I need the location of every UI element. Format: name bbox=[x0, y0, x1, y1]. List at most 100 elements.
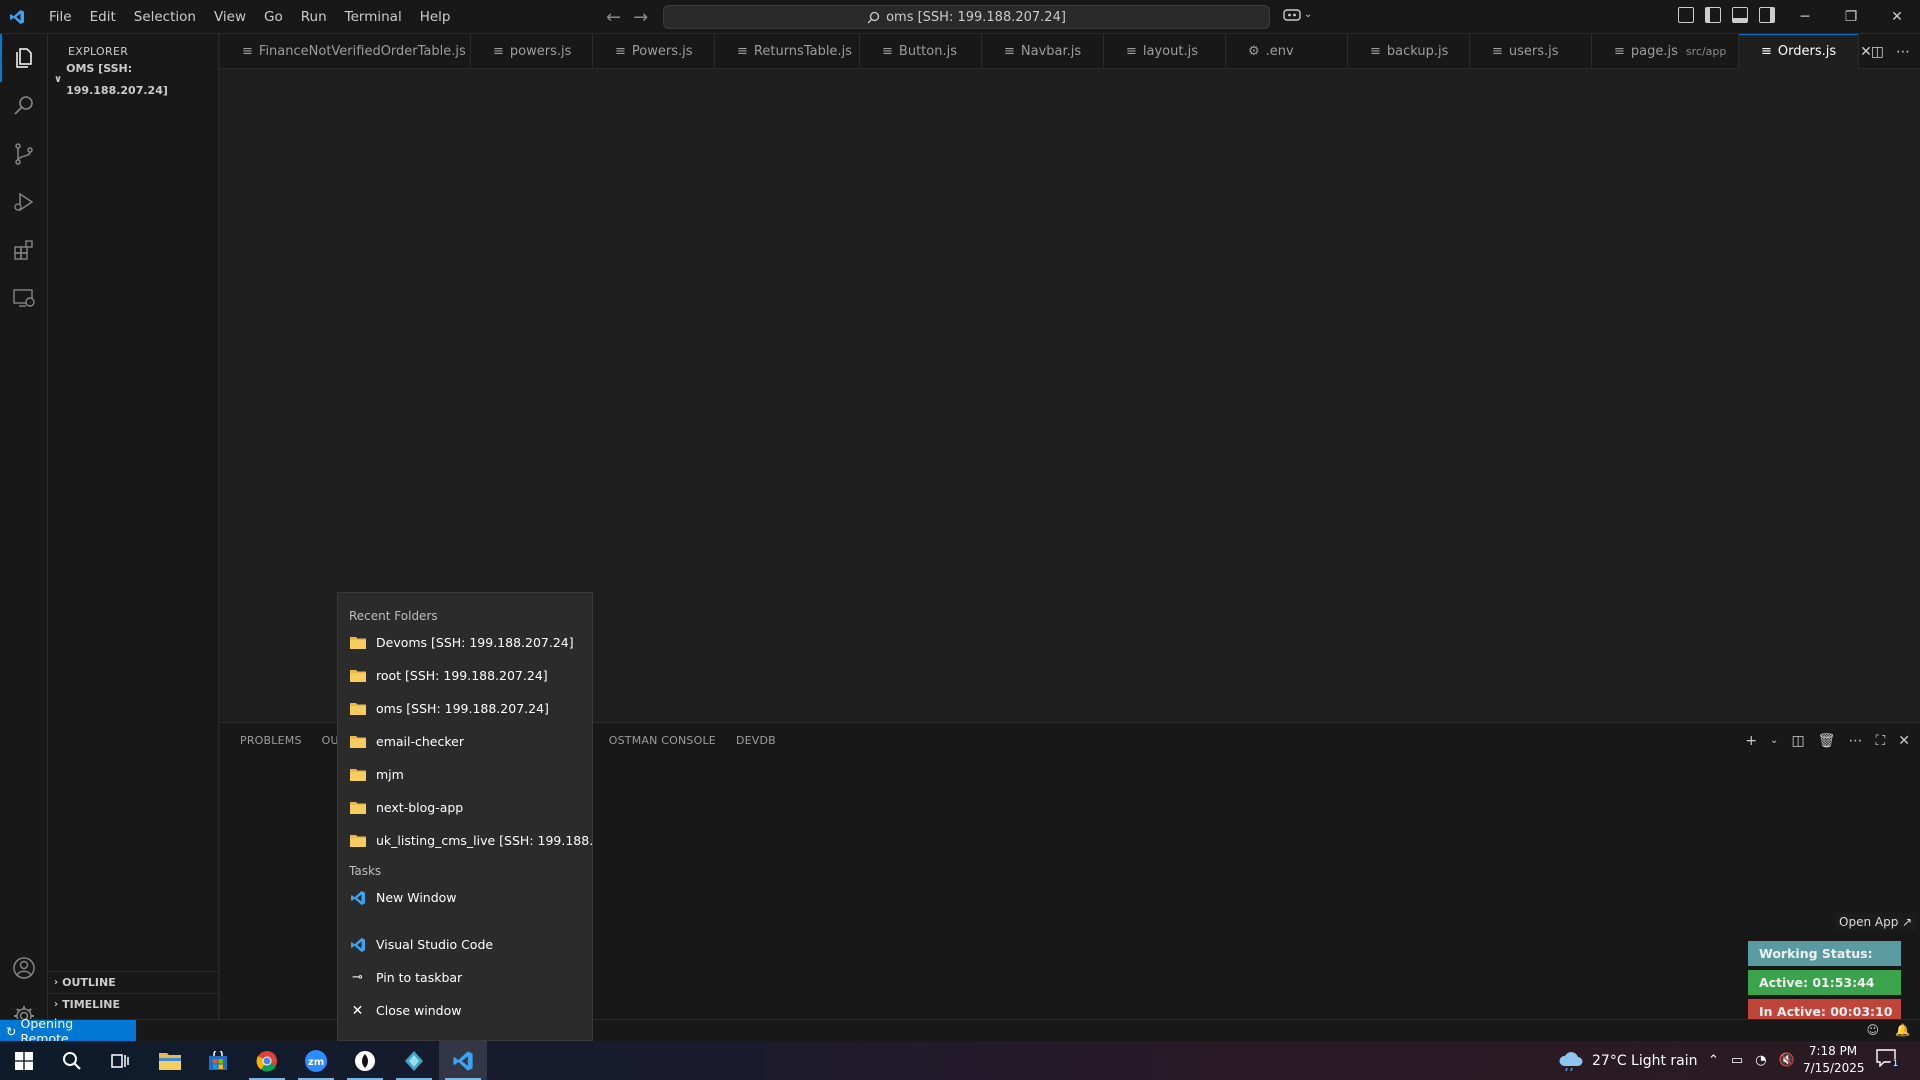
tab-returnstable[interactable]: ≡ ReturnsTable.js bbox=[715, 34, 860, 69]
more-actions-icon[interactable]: ⋯ bbox=[1848, 733, 1862, 749]
remote-indicator[interactable]: ↻ Opening Remote... bbox=[0, 1016, 136, 1046]
tab-navbar[interactable]: ≡ Navbar.js bbox=[982, 34, 1104, 69]
recent-folder-item[interactable]: uk_listing_cms_live [SSH: 199.188.207...… bbox=[338, 824, 592, 857]
notification-center-icon[interactable]: 1 bbox=[1876, 1049, 1901, 1071]
toggle-primary-sidebar-icon[interactable] bbox=[1705, 7, 1721, 23]
tab-button[interactable]: ≡ Button.js bbox=[860, 34, 982, 69]
tab-label: Navbar.js bbox=[1020, 44, 1082, 59]
new-window-item[interactable]: New Window bbox=[338, 881, 592, 914]
chevron-up-icon[interactable]: ⌃ bbox=[1708, 1053, 1719, 1068]
menu-selection[interactable]: Selection bbox=[125, 0, 205, 34]
battery-icon[interactable]: ▭ bbox=[1731, 1053, 1743, 1068]
menu-view[interactable]: View bbox=[205, 0, 255, 34]
recent-folder-item[interactable]: next-blog-app bbox=[338, 791, 592, 824]
outline-section[interactable]: › OUTLINE bbox=[48, 971, 219, 993]
microsoft-store-icon[interactable] bbox=[194, 1041, 242, 1080]
close-window-icon[interactable]: ✕ bbox=[1874, 0, 1920, 34]
app-diamond-icon[interactable] bbox=[390, 1041, 438, 1080]
forward-arrow-icon[interactable]: → bbox=[633, 7, 648, 28]
status-bar-right: ☺ 🔔 bbox=[1867, 1023, 1910, 1037]
toggle-secondary-sidebar-icon[interactable] bbox=[1759, 7, 1775, 23]
chevron-down-icon: ⌄ bbox=[1304, 8, 1313, 20]
recent-folder-item[interactable]: Devoms [SSH: 199.188.207.24] bbox=[338, 626, 592, 659]
clock[interactable]: 7:18 PM 7/15/2025 bbox=[1803, 1043, 1865, 1077]
file-icon: ≡ bbox=[1492, 44, 1503, 59]
trash-icon[interactable]: 🗑 bbox=[1818, 733, 1836, 749]
extensions-icon[interactable] bbox=[0, 226, 48, 274]
recent-folder-item[interactable]: mjm bbox=[338, 758, 592, 791]
tab-devdb[interactable]: DEVDB bbox=[726, 734, 786, 747]
tab-label: backup.js bbox=[1386, 44, 1449, 59]
tab-backup[interactable]: ≡ backup.js bbox=[1348, 34, 1470, 69]
weather-widget[interactable]: 27°C Light rain bbox=[1558, 1041, 1698, 1080]
minimize-icon[interactable]: ─ bbox=[1782, 0, 1828, 34]
zoom-icon[interactable]: zm bbox=[292, 1041, 340, 1080]
file-icon: ≡ bbox=[615, 44, 626, 59]
back-arrow-icon[interactable]: ← bbox=[606, 7, 621, 28]
wifi-icon[interactable]: ◔ bbox=[1755, 1053, 1766, 1068]
add-terminal-icon[interactable]: + bbox=[1745, 733, 1757, 749]
explorer-icon[interactable] bbox=[0, 34, 48, 82]
open-app-link[interactable]: Open App ↗ bbox=[1835, 913, 1917, 931]
accounts-icon[interactable] bbox=[0, 944, 48, 992]
menu-go[interactable]: Go bbox=[255, 0, 292, 34]
menu-file[interactable]: File bbox=[40, 0, 81, 34]
timeline-section[interactable]: › TIMELINE bbox=[48, 993, 219, 1015]
recent-folder-item[interactable]: oms [SSH: 199.188.207.24] bbox=[338, 692, 592, 725]
windows-start-icon[interactable] bbox=[0, 1041, 48, 1080]
file-icon: ≡ bbox=[737, 44, 748, 59]
tab-users[interactable]: ≡ users.js bbox=[1470, 34, 1592, 69]
app-leaf-icon[interactable] bbox=[341, 1041, 389, 1080]
volume-muted-icon[interactable]: 🔇 bbox=[1779, 1053, 1795, 1068]
split-editor-icon[interactable]: ◫ bbox=[1871, 44, 1884, 60]
tab-problems[interactable]: PROBLEMS bbox=[220, 734, 312, 747]
recent-folder-item[interactable]: email-checker bbox=[338, 725, 592, 758]
vscode-taskbar-icon[interactable] bbox=[439, 1041, 487, 1080]
menu-help[interactable]: Help bbox=[411, 0, 460, 34]
customize-layout-icon[interactable] bbox=[1678, 7, 1694, 23]
svg-text:zm: zm bbox=[308, 1057, 324, 1068]
tab-powers-upper[interactable]: ≡ Powers.js bbox=[593, 34, 715, 69]
menu-terminal[interactable]: Terminal bbox=[336, 0, 411, 34]
tab-financenotverifiedordertable[interactable]: ≡ FinanceNotVerifiedOrderTable.js bbox=[220, 34, 471, 69]
tab-powers-lower[interactable]: ≡ powers.js bbox=[471, 34, 593, 69]
search-icon[interactable] bbox=[48, 1041, 96, 1080]
tab-orders[interactable]: ≡ Orders.js ✕ bbox=[1739, 34, 1872, 69]
visual-studio-code-item[interactable]: Visual Studio Code bbox=[338, 928, 592, 961]
chrome-icon[interactable] bbox=[243, 1041, 291, 1080]
search-icon[interactable] bbox=[0, 82, 48, 130]
close-panel-icon[interactable]: ✕ bbox=[1898, 733, 1910, 749]
vscode-logo-icon[interactable] bbox=[0, 0, 34, 34]
close-window-item[interactable]: ✕ Close window bbox=[338, 994, 592, 1027]
maximize-panel-icon[interactable]: ⛶ bbox=[1875, 733, 1885, 749]
menu-bar: File Edit Selection View Go Run Terminal… bbox=[40, 0, 459, 34]
workspace-folder[interactable]: ∨ OMS [SSH: 199.188.207.24] bbox=[48, 62, 218, 97]
source-control-icon[interactable] bbox=[0, 130, 48, 178]
more-actions-icon[interactable]: ⋯ bbox=[1896, 44, 1910, 60]
recent-folder-item[interactable]: root [SSH: 199.188.207.24] bbox=[338, 659, 592, 692]
toggle-panel-icon[interactable] bbox=[1732, 7, 1748, 23]
task-view-icon[interactable] bbox=[96, 1041, 144, 1080]
menu-run[interactable]: Run bbox=[292, 0, 336, 34]
tab-layout[interactable]: ≡ layout.js bbox=[1104, 34, 1226, 69]
pin-to-taskbar-item[interactable]: ⊸ Pin to taskbar bbox=[338, 961, 592, 994]
tab-env[interactable]: ⚙ .env bbox=[1226, 34, 1348, 69]
run-debug-icon[interactable] bbox=[0, 178, 48, 226]
bell-icon[interactable]: 🔔 bbox=[1895, 1023, 1910, 1037]
explorer-sidebar: EXPLORER ∨ OMS [SSH: 199.188.207.24] › O… bbox=[48, 34, 219, 1019]
copilot-button[interactable]: ⌄ bbox=[1283, 7, 1312, 21]
tasks-header: Tasks bbox=[349, 864, 382, 878]
copilot-status-icon[interactable]: ☺ bbox=[1867, 1023, 1880, 1037]
tab-postman-console[interactable]: OSTMAN CONSOLE bbox=[599, 734, 726, 747]
chevron-right-icon: › bbox=[54, 998, 59, 1010]
restore-icon[interactable]: ❐ bbox=[1828, 0, 1874, 34]
tab-label: Button.js bbox=[898, 44, 957, 59]
remote-explorer-icon[interactable] bbox=[0, 274, 48, 322]
clock-date: 7/15/2025 bbox=[1803, 1061, 1865, 1075]
chevron-down-icon[interactable]: ⌄ bbox=[1770, 735, 1778, 746]
command-center-search[interactable]: oms [SSH: 199.188.207.24] bbox=[663, 5, 1270, 29]
split-terminal-icon[interactable]: ◫ bbox=[1791, 733, 1804, 749]
tab-page[interactable]: ≡ page.js src/app bbox=[1592, 34, 1739, 69]
file-explorer-icon[interactable] bbox=[146, 1041, 194, 1080]
menu-edit[interactable]: Edit bbox=[81, 0, 125, 34]
